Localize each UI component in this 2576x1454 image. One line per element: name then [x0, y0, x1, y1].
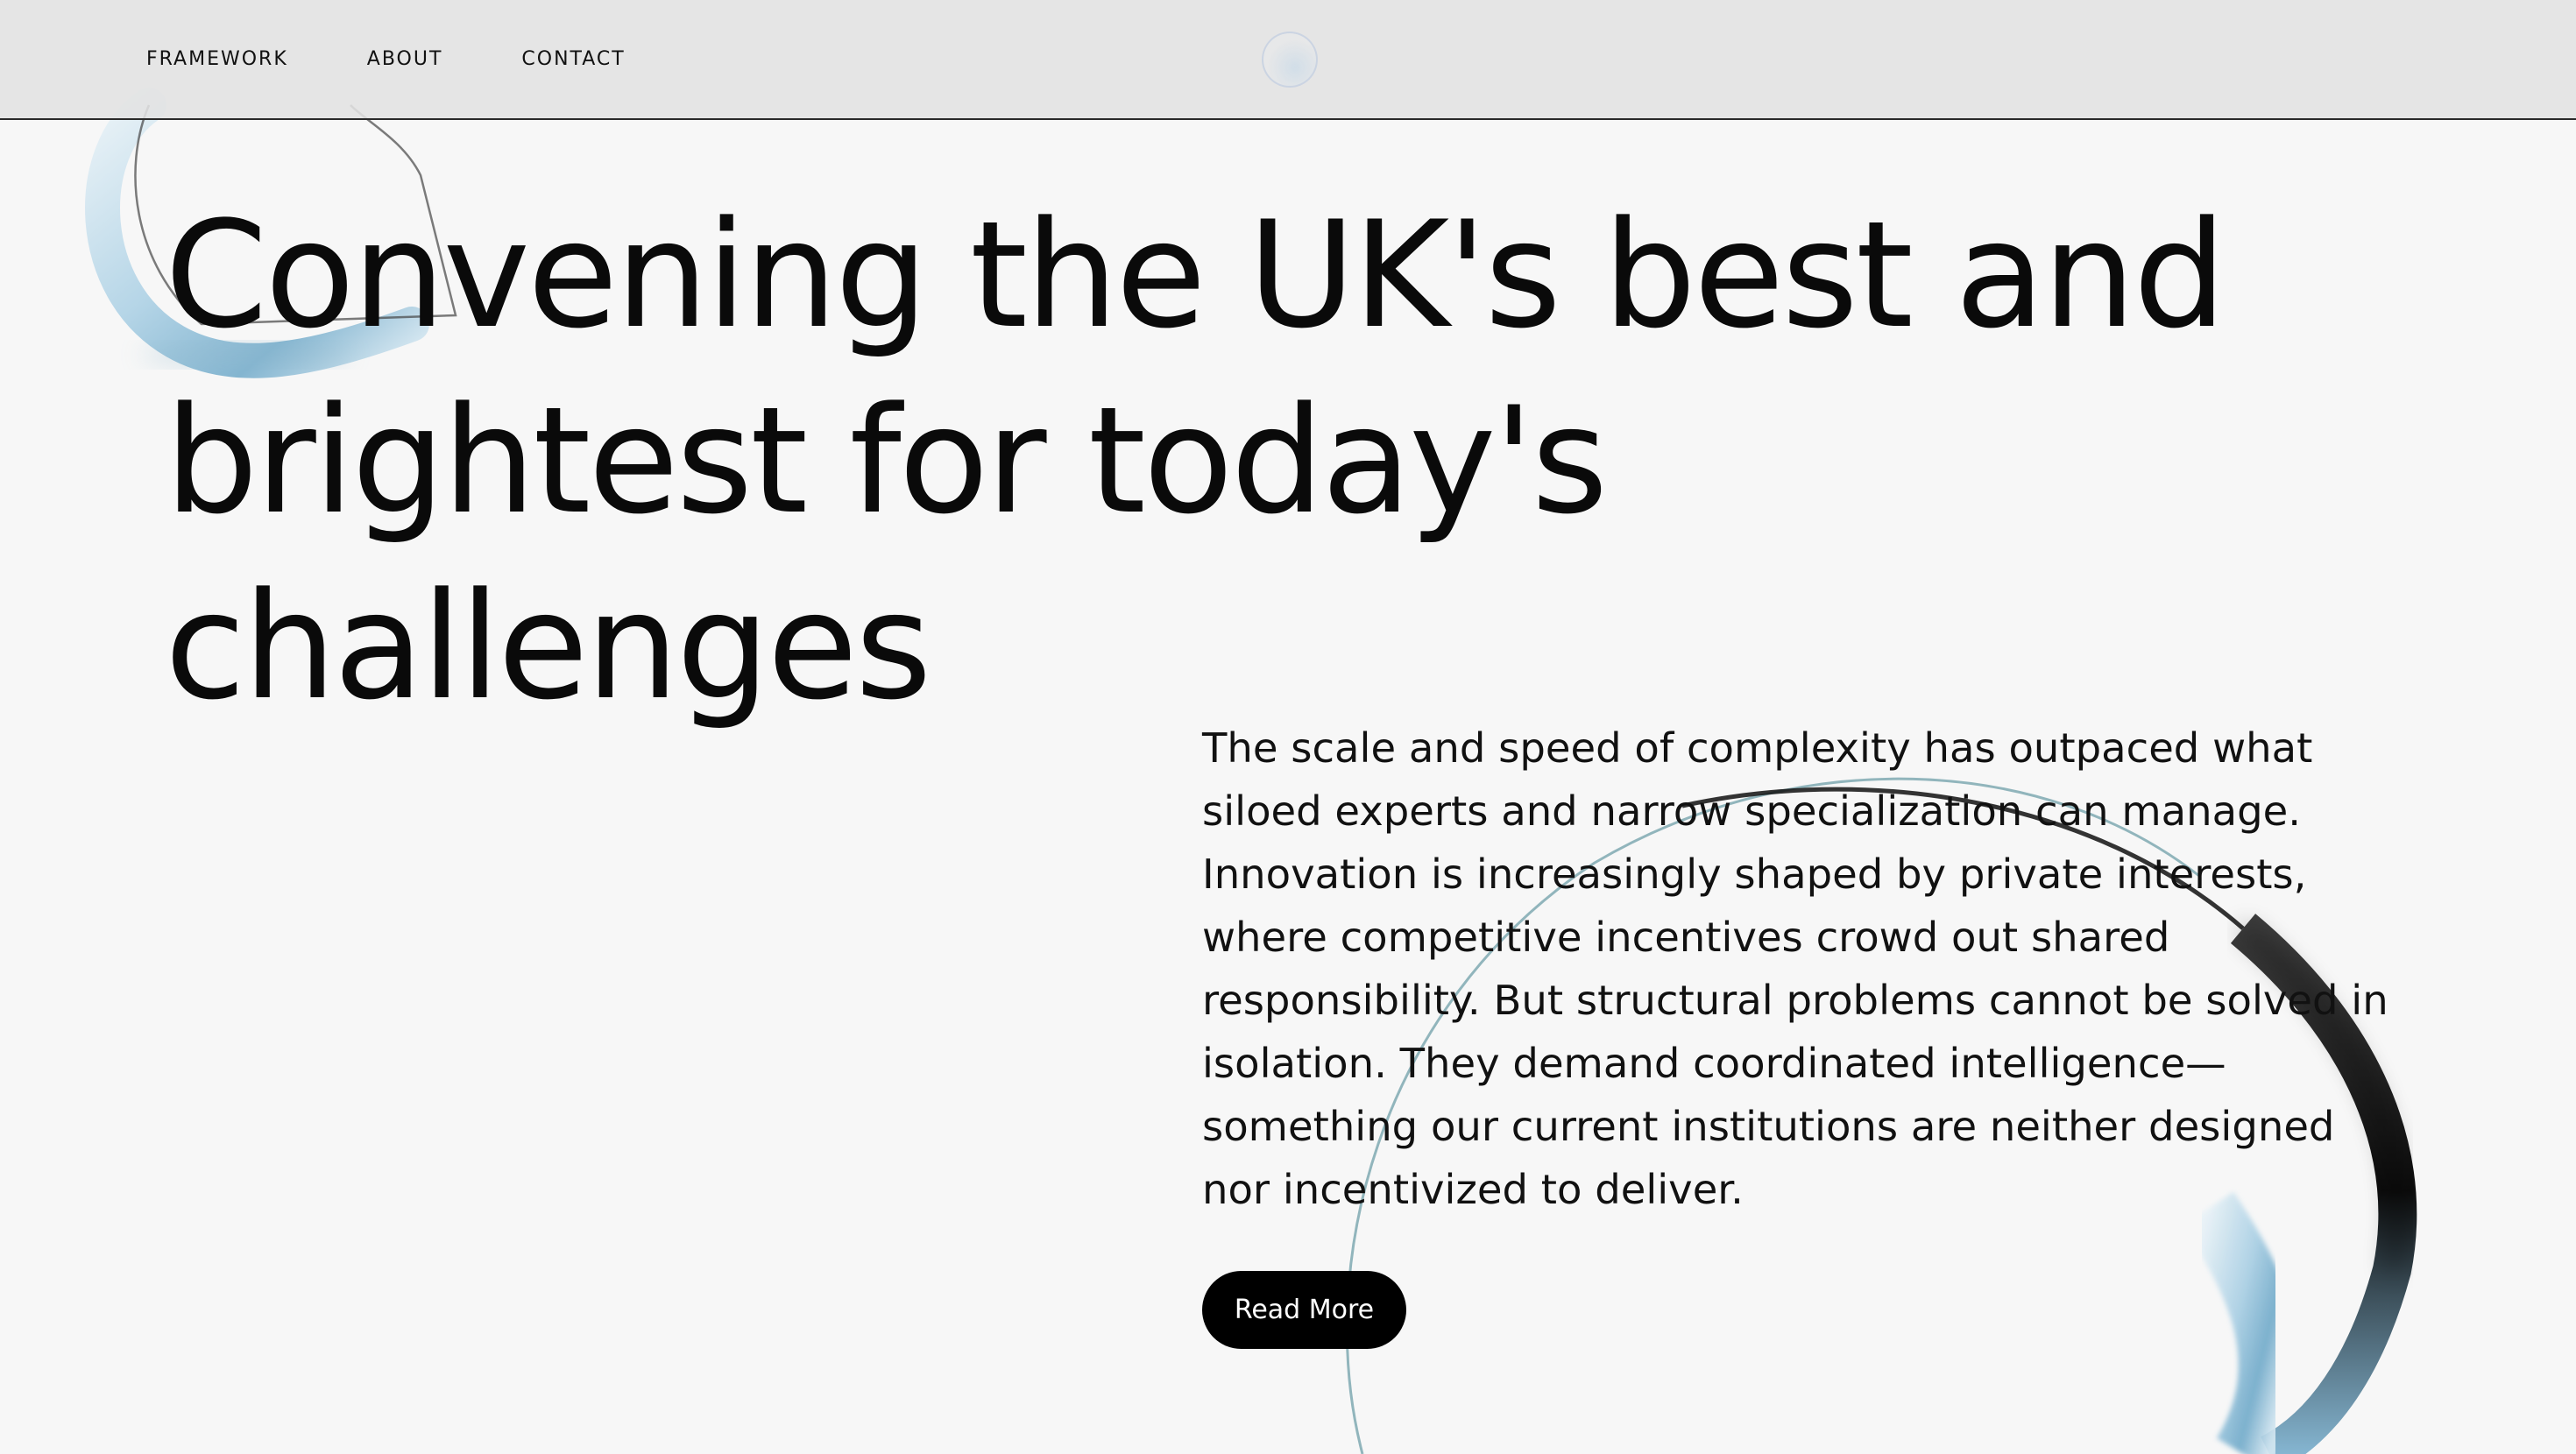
- hero-title-line-1: Convening the UK's best and: [165, 189, 2226, 361]
- nav-link-about[interactable]: ABOUT: [367, 48, 443, 70]
- page: FRAMEWORK ABOUT CONTACT Convening the UK…: [0, 0, 2576, 1454]
- intro-paragraph: The scale and speed of complexity has ou…: [1202, 724, 2388, 1213]
- nav-link-framework[interactable]: FRAMEWORK: [146, 48, 288, 70]
- top-navigation-bar: FRAMEWORK ABOUT CONTACT: [0, 0, 2576, 120]
- nav-link-contact[interactable]: CONTACT: [521, 48, 625, 70]
- read-more-button[interactable]: Read More: [1202, 1271, 1406, 1349]
- main-nav: FRAMEWORK ABOUT CONTACT: [146, 0, 704, 118]
- hero-title-line-2: brightest for today's challenges: [165, 375, 1608, 732]
- logo-icon[interactable]: [1262, 32, 1318, 88]
- hero-title: Convening the UK's best and brightest fo…: [165, 182, 2355, 739]
